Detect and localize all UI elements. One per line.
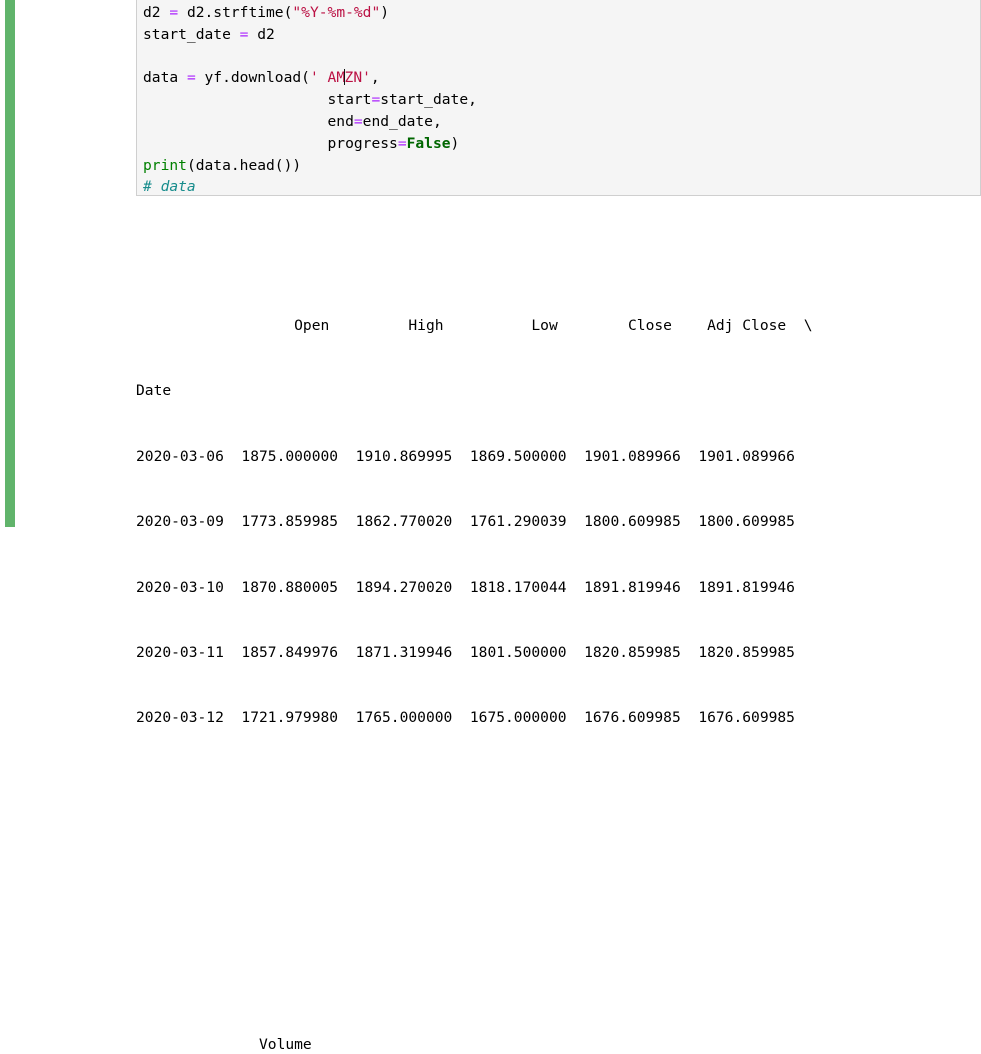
code-token-comment: # data (143, 178, 196, 196)
code-token-op: = (371, 91, 381, 109)
code-token-plain: (data.head()) (186, 156, 302, 174)
table-row: 2020-03-06 1875.000000 1910.869995 1869.… (136, 447, 795, 465)
code-token-plain: end (143, 112, 354, 130)
code-line: start=start_date, (143, 89, 477, 111)
code-line: d2 = d2.strftime("%Y-%m-%d") (143, 2, 477, 24)
code-token-plain: d2 (248, 25, 275, 43)
output-block-ohlc: Open High Low Close Adj Close \ Date 202… (136, 271, 981, 772)
table-row: 2020-03-10 1870.880005 1894.270020 1818.… (136, 578, 795, 596)
code-token-str: ' AM (309, 69, 346, 87)
code-token-plain: d2 (143, 4, 170, 21)
code-token-builtin: print (143, 156, 187, 174)
table-row: 2020-03-09 1773.859985 1862.770020 1761.… (136, 513, 795, 531)
code-token-plain: end_date, (362, 112, 442, 130)
output-block-volume: Volume Date 2020-03-06 5273600 2020-03-0… (136, 991, 981, 1054)
code-token-plain: start_date, (380, 91, 477, 109)
code-editor-text[interactable]: d2 = d2.strftime("%Y-%m-%d") start_date =… (143, 2, 477, 198)
code-token-plain: progress (143, 134, 398, 152)
ohlc-header-line: Open High Low Close Adj Close \ (136, 316, 813, 334)
code-line: print(data.head()) (143, 155, 477, 177)
volume-header-line: Volume (136, 1036, 312, 1054)
code-input-cell[interactable]: d2 = d2.strftime("%Y-%m-%d") start_date =… (136, 0, 981, 196)
code-token-op: = (186, 69, 196, 87)
code-line: data = yf.download(' AMZN', (143, 67, 477, 89)
table-row: 2020-03-11 1857.849976 1871.319946 1801.… (136, 643, 795, 661)
output-blank-line (136, 838, 981, 860)
code-token-plain: , (370, 69, 380, 87)
code-token-op: = (353, 112, 363, 130)
code-token-plain: ) (450, 134, 460, 152)
code-token-op: = (397, 134, 407, 152)
code-line: end=end_date, (143, 111, 477, 133)
code-token-plain: start_date (143, 25, 240, 43)
code-token-plain: start (143, 91, 372, 109)
code-token-plain: d2.strftime( (178, 4, 293, 21)
table-row: 2020-03-12 1721.979980 1765.000000 1675.… (136, 709, 795, 727)
code-token-kw: False (406, 134, 451, 152)
code-token-str: ZN' (344, 69, 371, 87)
code-line: start_date = d2 (143, 24, 477, 46)
cell-selected-indicator-bar (5, 0, 15, 527)
code-token-plain: yf.download( (195, 69, 310, 87)
code-token-op: = (169, 4, 179, 21)
code-line: # data (143, 176, 477, 198)
output-blank-line (136, 904, 981, 926)
code-token-plain: ) (380, 4, 390, 21)
ohlc-index-label: Date (136, 382, 172, 400)
code-line: progress=False) (143, 133, 477, 155)
code-token-plain: data (143, 69, 187, 87)
cell-output-area: Open High Low Close Adj Close \ Date 202… (136, 206, 981, 1054)
code-token-str: "%Y-%m-%d" (292, 4, 381, 21)
